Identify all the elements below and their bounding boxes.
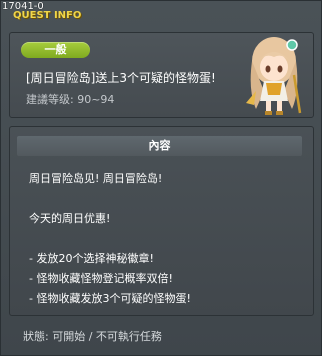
content-line: [29, 229, 304, 249]
quest-name: [周日冒险岛]送上3个可疑的怪物蛋!: [26, 71, 216, 85]
quest-content-panel: 內容 周日冒险岛见! 周日冒险岛! 今天的周日优惠! - 发放20个选择神秘徽章…: [9, 126, 314, 316]
content-body: 周日冒险岛见! 周日冒险岛! 今天的周日优惠! - 发放20个选择神秘徽章! -…: [29, 169, 304, 309]
content-line: 今天的周日优惠!: [29, 212, 111, 225]
level-requirement: 建議等级: 90~94: [26, 93, 115, 106]
quest-status: 狀態: 可開始 / 不可執行任務: [23, 330, 162, 343]
window-title: QUEST INFO: [13, 10, 82, 21]
content-line: - 发放20个选择神秘徽章!: [29, 252, 154, 265]
npc-portrait-icon: [246, 37, 302, 115]
content-line: [29, 189, 304, 209]
quest-info-window: 17041-0 QUEST INFO 一般 [周日冒险岛]送上3个可疑的怪物蛋!…: [0, 0, 322, 356]
content-line: - 怪物收藏怪物登记概率双倍!: [29, 272, 173, 285]
content-line: 周日冒险岛见! 周日冒险岛!: [29, 172, 163, 185]
quest-summary-panel: 一般 [周日冒险岛]送上3个可疑的怪物蛋! 建議等级: 90~94: [9, 32, 314, 118]
quest-category-badge: 一般: [21, 42, 90, 58]
content-header: 內容: [17, 136, 302, 156]
content-line: - 怪物收藏发放3个可疑的怪物蛋!: [29, 292, 191, 305]
